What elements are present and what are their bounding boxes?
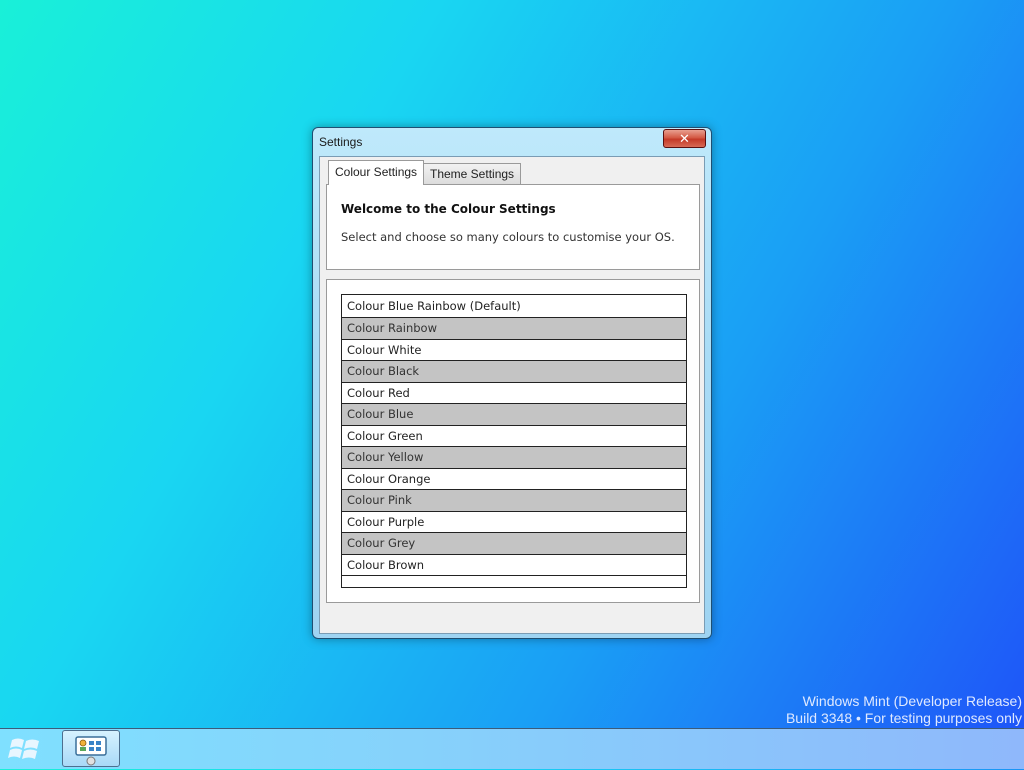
list-item-colour-grey[interactable]: Colour Grey [342,533,686,555]
list-item-colour-orange[interactable]: Colour Orange [342,469,686,490]
taskbar [0,728,1024,769]
windows-logo-icon [8,738,39,759]
welcome-description: Select and choose so many colours to cus… [341,230,675,244]
watermark-line-edition: Windows Mint (Developer Release) [802,693,1022,709]
window-client-area: Colour Settings Theme Settings Welcome t… [319,156,705,634]
control-panel-icon [75,736,107,766]
list-item-colour-rainbow[interactable]: Colour Rainbow [342,318,686,340]
close-icon: ✕ [679,132,690,147]
colour-list-frame: Colour Blue Rainbow (Default) Colour Rai… [326,279,700,603]
list-item-colour-green[interactable]: Colour Green [342,426,686,447]
list-item-colour-brown[interactable]: Colour Brown [342,555,686,576]
list-item-colour-blue-rainbow[interactable]: Colour Blue Rainbow (Default) [342,295,686,318]
start-button[interactable] [6,732,54,766]
title-bar[interactable]: Settings ✕ [313,128,711,156]
settings-window: Settings ✕ Colour Settings Theme Setting… [312,127,712,639]
list-item-colour-blue[interactable]: Colour Blue [342,404,686,426]
tab-theme-settings[interactable]: Theme Settings [423,163,522,185]
window-title: Settings [319,135,363,149]
list-item-colour-white[interactable]: Colour White [342,340,686,361]
list-item-colour-purple[interactable]: Colour Purple [342,512,686,533]
watermark-line-build: Build 3348 • For testing purposes only [785,710,1022,726]
close-button[interactable]: ✕ [663,129,706,148]
tab-colour-settings[interactable]: Colour Settings [328,160,425,185]
list-item-colour-pink[interactable]: Colour Pink [342,490,686,512]
list-item-colour-red[interactable]: Colour Red [342,383,686,404]
welcome-panel: Welcome to the Colour Settings Select an… [326,184,700,270]
list-item-colour-yellow[interactable]: Colour Yellow [342,447,686,469]
build-watermark: Windows Mint (Developer Release) Build 3… [786,693,1022,727]
welcome-heading: Welcome to the Colour Settings [341,202,556,216]
list-item-colour-black[interactable]: Colour Black [342,361,686,383]
colour-list[interactable]: Colour Blue Rainbow (Default) Colour Rai… [341,294,687,588]
taskbar-settings-app[interactable] [62,730,120,767]
